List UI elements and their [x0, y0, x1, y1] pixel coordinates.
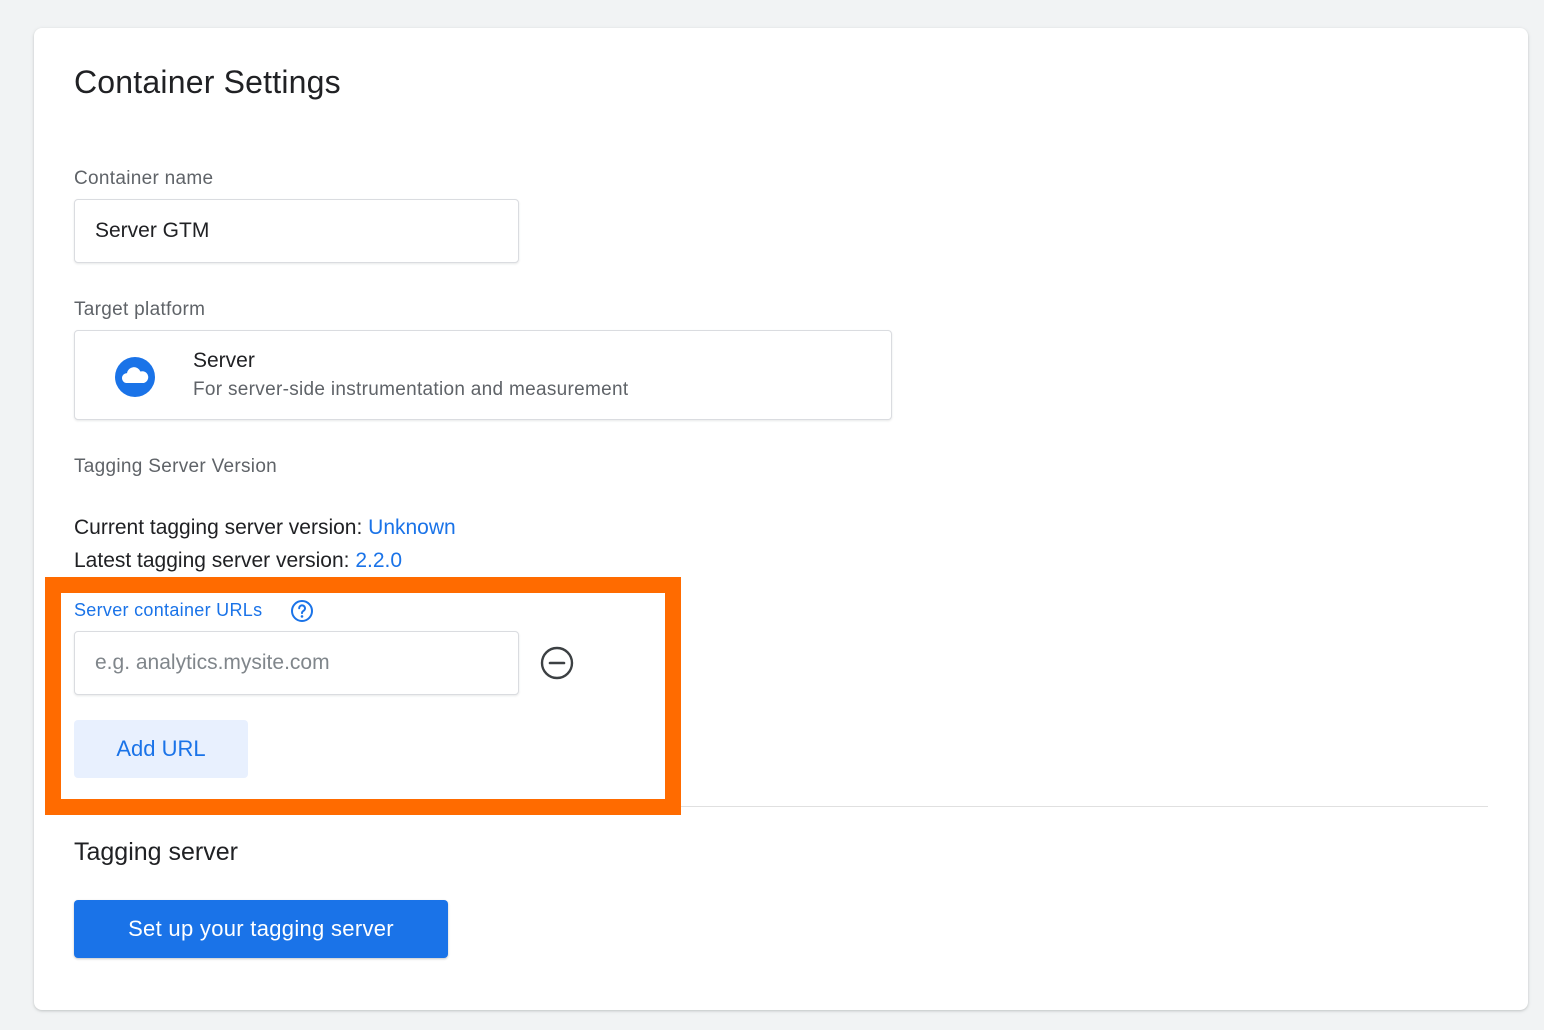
cloud-icon [115, 357, 155, 397]
current-version-label: Current tagging server version: [74, 516, 363, 539]
container-name-input[interactable] [74, 199, 519, 263]
remove-circle-icon[interactable] [540, 646, 574, 680]
latest-version-value[interactable]: 2.2.0 [355, 549, 402, 572]
target-platform-selector[interactable]: Server For server-side instrumentation a… [74, 330, 892, 420]
latest-version-line: Latest tagging server version: 2.2.0 [74, 549, 402, 573]
target-platform-label: Target platform [74, 299, 206, 320]
platform-description: For server-side instrumentation and meas… [193, 379, 629, 400]
help-circle-icon[interactable] [290, 599, 314, 623]
platform-name: Server [193, 349, 255, 372]
current-version-line: Current tagging server version: Unknown [74, 516, 456, 540]
section-divider [74, 806, 1488, 807]
settings-card: Container Settings Container name Target… [34, 28, 1528, 1010]
setup-tagging-server-button[interactable]: Set up your tagging server [74, 900, 448, 958]
tagging-server-version-label: Tagging Server Version [74, 456, 278, 477]
tagging-server-heading: Tagging server [74, 838, 238, 866]
add-url-button[interactable]: Add URL [74, 720, 248, 778]
server-container-url-input[interactable] [74, 631, 519, 695]
current-version-value[interactable]: Unknown [368, 516, 456, 539]
container-name-label: Container name [74, 168, 214, 189]
page-title: Container Settings [74, 64, 341, 100]
latest-version-label: Latest tagging server version: [74, 549, 350, 572]
server-container-urls-label: Server container URLs [74, 600, 263, 620]
